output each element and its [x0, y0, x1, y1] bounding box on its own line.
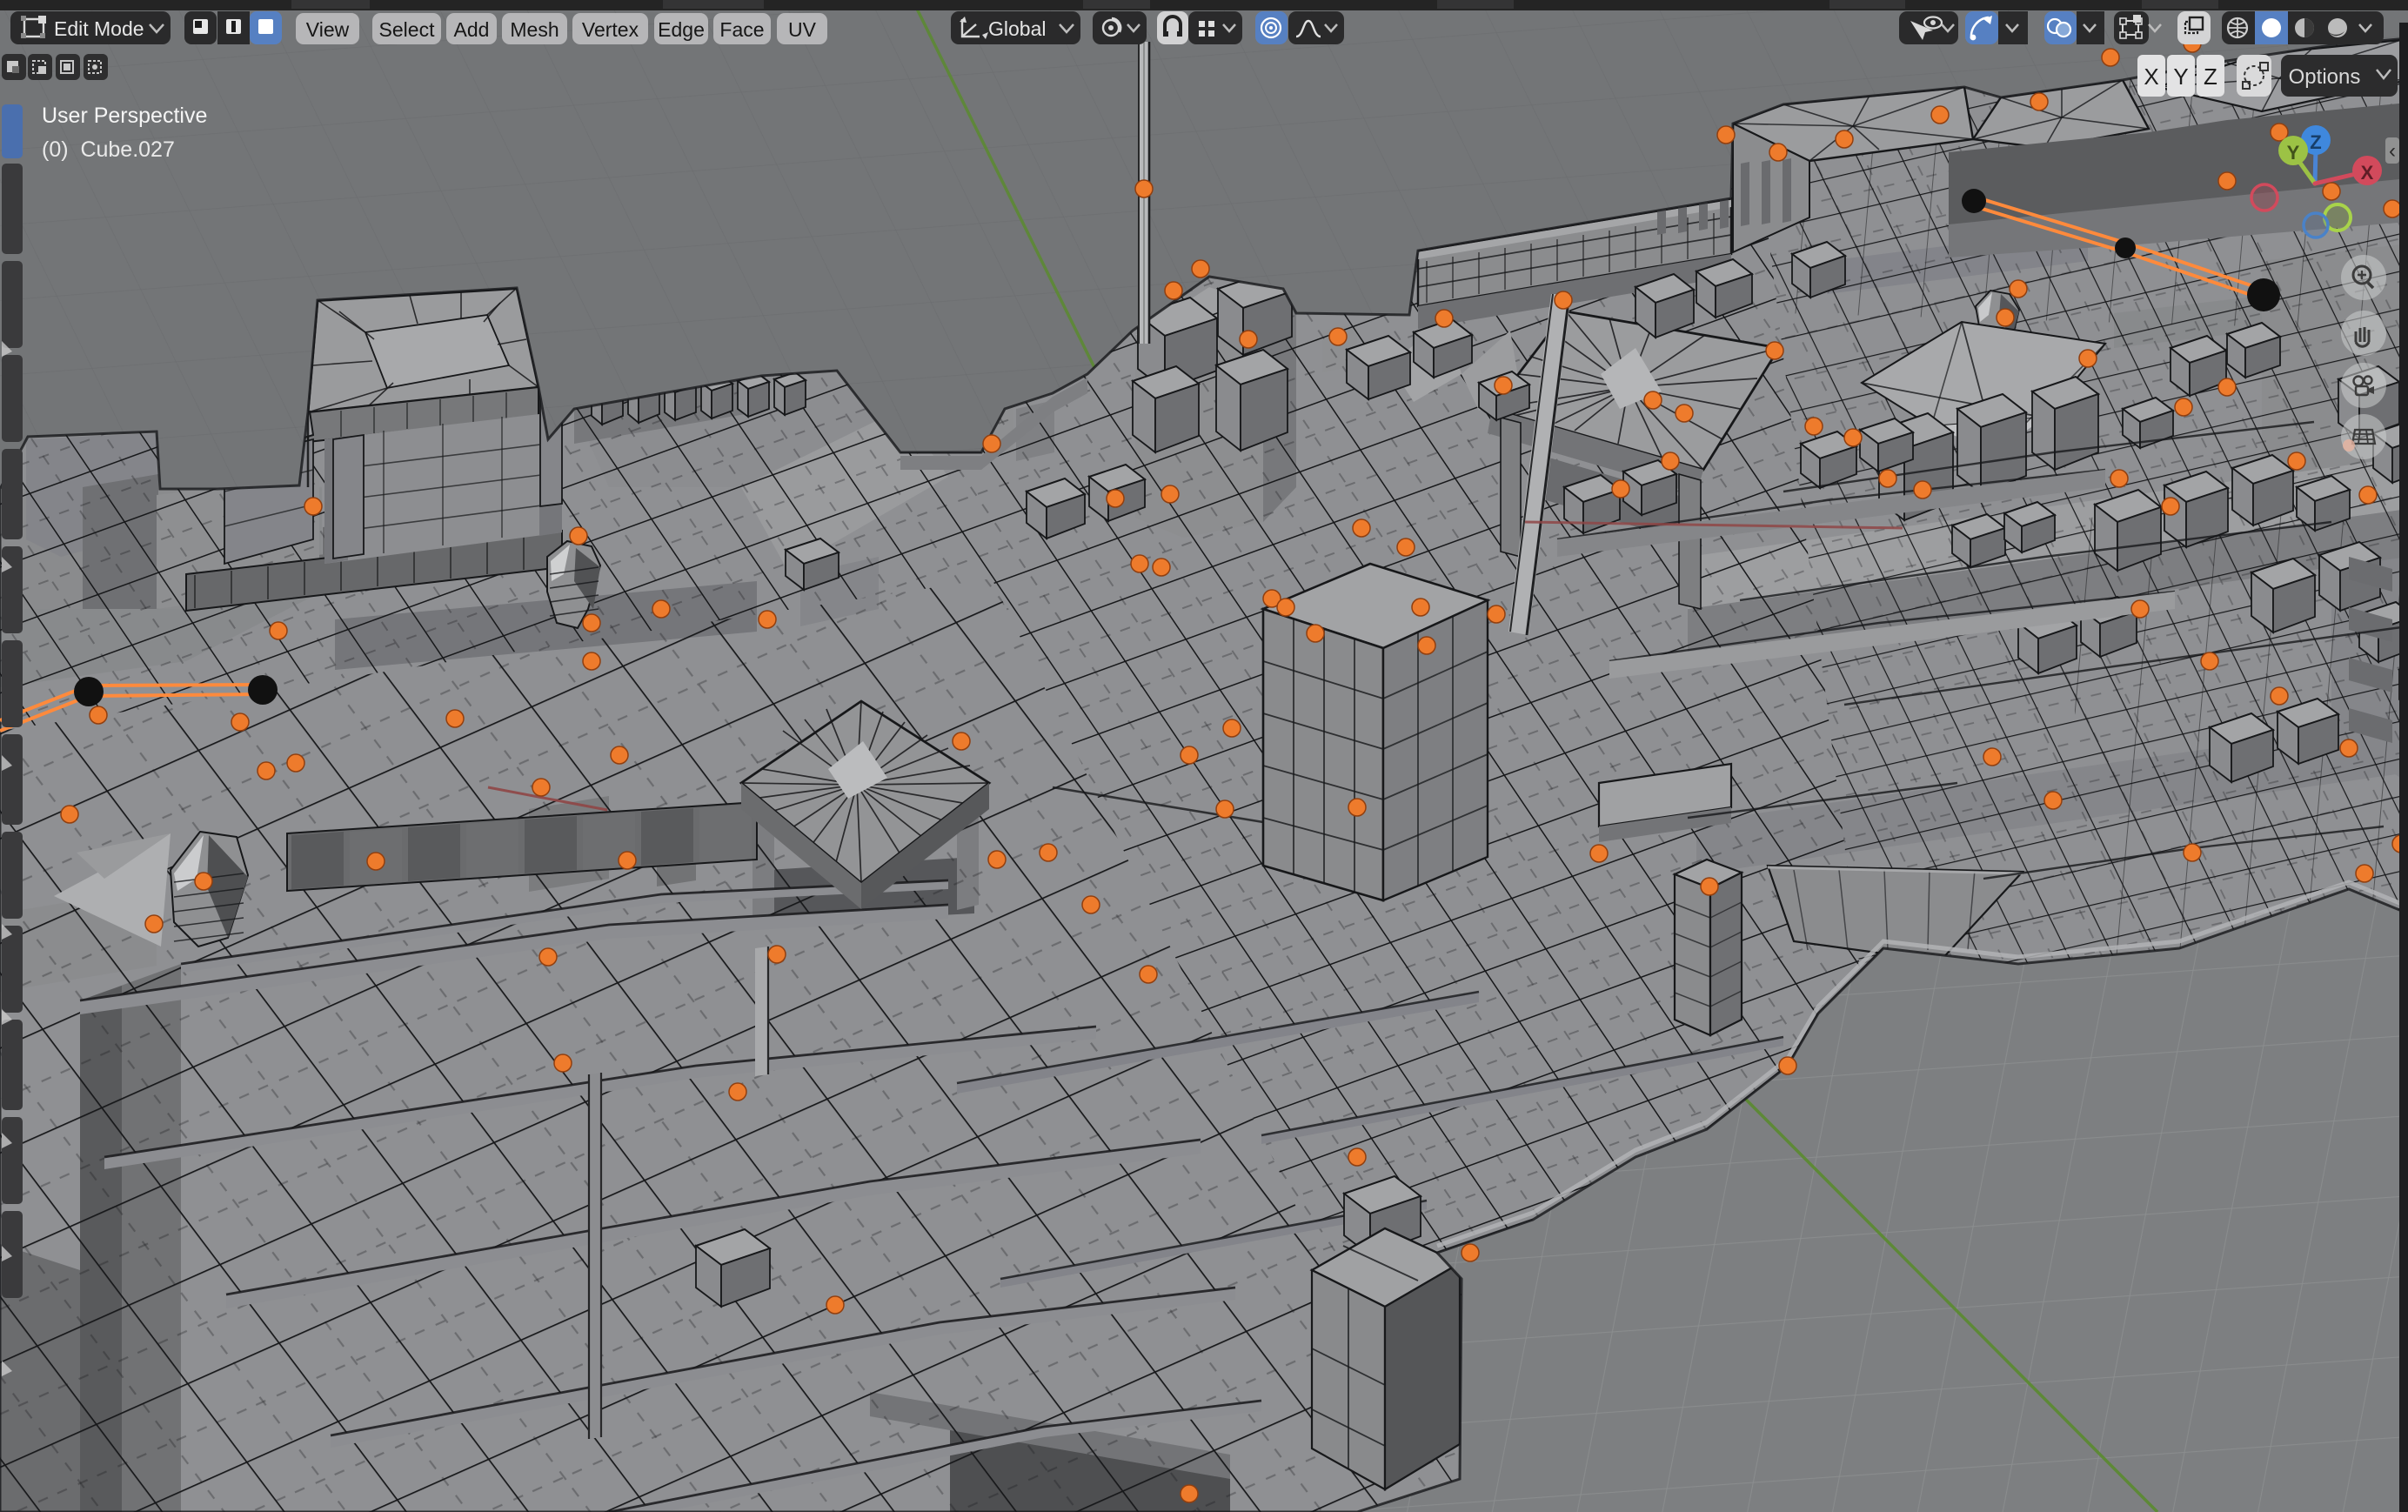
svg-text:Z: Z — [2310, 131, 2321, 153]
svg-text:(0) Cube.027: (0) Cube.027 — [42, 137, 175, 162]
svg-text:Global: Global — [988, 17, 1046, 40]
svg-text:X: X — [2144, 64, 2158, 90]
svg-text:X: X — [2361, 162, 2374, 184]
svg-text:View: View — [306, 18, 350, 41]
svg-text:Options: Options — [2289, 65, 2361, 89]
svg-text:User Perspective: User Perspective — [42, 104, 207, 128]
svg-text:Add: Add — [454, 18, 490, 41]
svg-text:Edge: Edge — [658, 18, 705, 41]
svg-text:Select: Select — [379, 18, 436, 41]
svg-text:Y: Y — [2173, 64, 2188, 90]
svg-text:Vertex: Vertex — [582, 18, 639, 41]
svg-text:Y: Y — [2287, 142, 2300, 164]
svg-text:Z: Z — [2204, 64, 2217, 90]
svg-text:Edit Mode: Edit Mode — [54, 17, 144, 40]
svg-text:Face: Face — [719, 18, 764, 41]
svg-text:UV: UV — [788, 18, 817, 41]
svg-text:‹: ‹ — [2389, 139, 2396, 163]
svg-text:Mesh: Mesh — [510, 18, 559, 41]
